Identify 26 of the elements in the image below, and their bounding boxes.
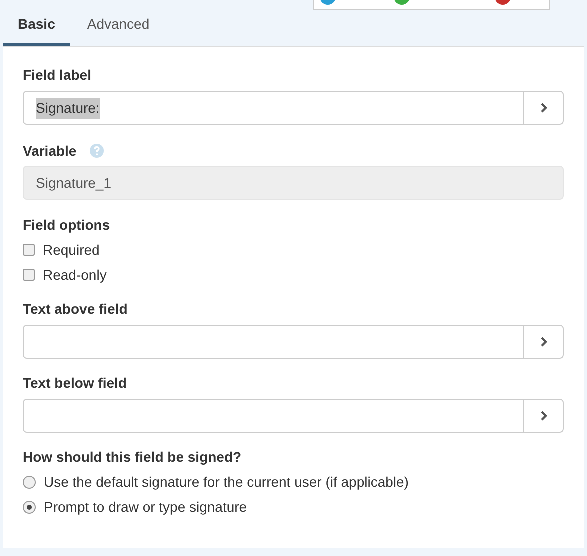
field-heading: Variable xyxy=(23,142,77,161)
text-field[interactable] xyxy=(23,399,524,433)
radio-label: Prompt to draw or type signature xyxy=(44,498,248,517)
expand-button[interactable] xyxy=(524,91,564,125)
field-value: Signature: xyxy=(36,98,100,118)
tab[interactable]: Advanced xyxy=(70,0,167,46)
radio-button[interactable] xyxy=(23,500,36,514)
field-heading: Field options xyxy=(23,216,112,235)
checkbox[interactable] xyxy=(23,269,35,281)
text-field[interactable]: Signature: xyxy=(23,91,524,125)
field-heading: Text below field xyxy=(23,374,128,393)
help-icon[interactable] xyxy=(90,144,104,158)
radio-label: Use the default signature for the current user (if applicable) xyxy=(44,472,409,492)
field-heading: Field label xyxy=(23,66,92,85)
text-field[interactable] xyxy=(23,325,524,359)
chevron-right-icon xyxy=(540,336,548,348)
field-heading: How should this field be signed? xyxy=(23,448,243,467)
checkbox-label: Read-only xyxy=(43,266,107,285)
chevron-right-icon xyxy=(540,102,548,114)
chevron-right-icon xyxy=(540,410,548,422)
field-heading: Text above field xyxy=(23,300,129,319)
checkbox[interactable] xyxy=(23,244,35,256)
checkbox-label: Required xyxy=(43,240,100,260)
radio-button[interactable] xyxy=(23,476,36,488)
expand-button[interactable] xyxy=(524,399,564,433)
expand-button[interactable] xyxy=(524,325,564,359)
